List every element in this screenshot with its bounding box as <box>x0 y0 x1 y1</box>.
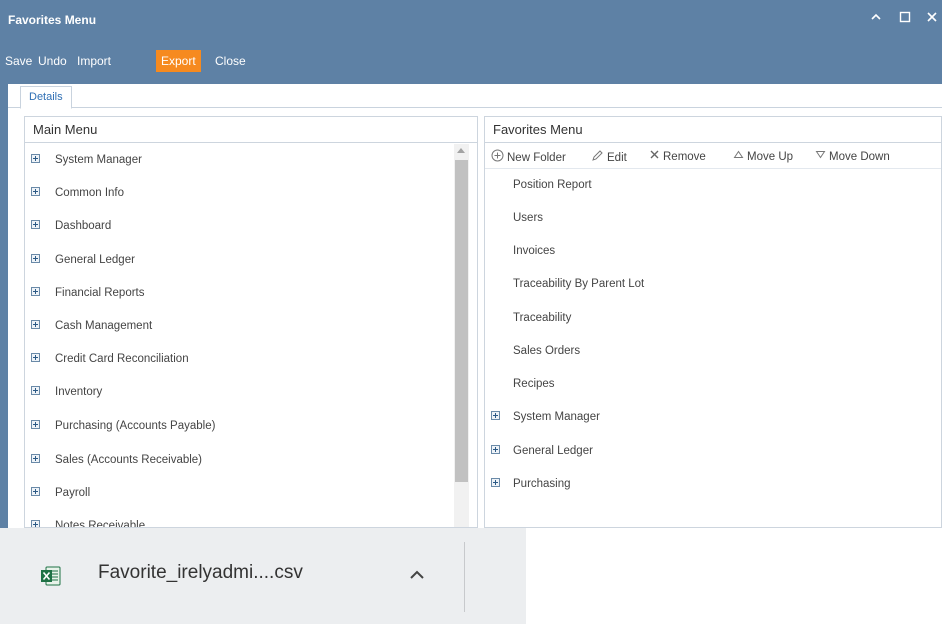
collapse-icon[interactable] <box>866 8 886 28</box>
favorite-folder[interactable]: General Ledger <box>485 435 941 468</box>
content-area: Details Main Menu System Manager Common … <box>8 84 942 528</box>
download-item[interactable]: Favorite_irelyadmi....csv <box>20 548 480 604</box>
main-menu-item[interactable]: Inventory <box>25 376 477 409</box>
favorite-item[interactable]: Traceability <box>485 302 941 335</box>
tab-strip: Details <box>8 84 942 109</box>
main-menu-item[interactable]: Notes Receivable <box>25 510 477 527</box>
expand-icon[interactable] <box>31 154 40 163</box>
main-menu-item[interactable]: Purchasing (Accounts Payable) <box>25 410 477 443</box>
favorites-menu-panel: Favorites Menu New Folder Edit Remove Mo… <box>484 116 942 528</box>
expand-icon[interactable] <box>491 445 500 454</box>
favorites-toolbar: New Folder Edit Remove Move Up Move Down <box>485 144 941 169</box>
maximize-icon[interactable] <box>895 8 915 28</box>
new-folder-button[interactable]: New Folder <box>491 149 566 165</box>
expand-icon[interactable] <box>31 520 40 527</box>
favorite-folder[interactable]: Purchasing <box>485 468 941 501</box>
expand-icon[interactable] <box>31 353 40 362</box>
main-menu-panel: Main Menu System Manager Common Info Das… <box>24 116 478 528</box>
main-toolbar: Save Undo Import Export Close <box>0 48 942 74</box>
favorite-item[interactable]: Users <box>485 202 941 235</box>
close-icon[interactable] <box>922 8 942 28</box>
tab-details[interactable]: Details <box>20 86 72 109</box>
main-menu-item[interactable]: Payroll <box>25 477 477 510</box>
remove-button[interactable]: Remove <box>649 149 706 165</box>
export-button[interactable]: Export <box>156 50 201 72</box>
favorite-item[interactable]: Sales Orders <box>485 335 941 368</box>
favorite-item[interactable]: Recipes <box>485 368 941 401</box>
main-menu-scrollbar[interactable] <box>454 144 469 527</box>
main-menu-tree: System Manager Common Info Dashboard Gen… <box>25 144 477 527</box>
favorites-list: Position Report Users Invoices Traceabil… <box>485 169 941 527</box>
download-bar: Favorite_irelyadmi....csv <box>0 528 942 624</box>
close-button[interactable]: Close <box>210 50 251 72</box>
expand-icon[interactable] <box>31 254 40 263</box>
favorites-menu-header: Favorites Menu <box>485 117 941 143</box>
main-menu-item[interactable]: Credit Card Reconciliation <box>25 343 477 376</box>
window-title: Favorites Menu <box>8 13 97 27</box>
save-button[interactable]: Save <box>0 50 37 72</box>
scroll-up-icon[interactable] <box>457 148 465 153</box>
expand-icon[interactable] <box>31 420 40 429</box>
x-icon <box>649 149 660 165</box>
expand-icon[interactable] <box>491 478 500 487</box>
chevron-up-icon[interactable] <box>402 560 432 590</box>
pencil-icon <box>591 149 604 167</box>
move-up-button[interactable]: Move Up <box>733 149 793 165</box>
main-menu-item[interactable]: Dashboard <box>25 210 477 243</box>
main-menu-item[interactable]: General Ledger <box>25 244 477 277</box>
expand-icon[interactable] <box>491 411 500 420</box>
favorites-menu-window: Favorites Menu Save Undo Import Export C… <box>0 0 942 528</box>
import-button[interactable]: Import <box>72 50 116 72</box>
main-menu-header: Main Menu <box>25 117 477 143</box>
main-menu-item[interactable]: Financial Reports <box>25 277 477 310</box>
download-separator <box>464 542 465 612</box>
expand-icon[interactable] <box>31 287 40 296</box>
triangle-up-icon <box>733 149 744 165</box>
add-circle-icon <box>491 149 504 167</box>
excel-file-icon <box>40 566 62 588</box>
edit-button[interactable]: Edit <box>591 149 627 165</box>
favorite-folder[interactable]: System Manager <box>485 401 941 434</box>
expand-icon[interactable] <box>31 386 40 395</box>
expand-icon[interactable] <box>31 454 40 463</box>
triangle-down-icon <box>815 149 826 165</box>
move-down-button[interactable]: Move Down <box>815 149 890 165</box>
expand-icon[interactable] <box>31 487 40 496</box>
expand-icon[interactable] <box>31 187 40 196</box>
expand-icon[interactable] <box>31 220 40 229</box>
favorite-item[interactable]: Position Report <box>485 169 941 202</box>
download-filename: Favorite_irelyadmi....csv <box>98 562 303 583</box>
favorite-item[interactable]: Traceability By Parent Lot <box>485 268 941 301</box>
main-menu-item[interactable]: Common Info <box>25 177 477 210</box>
title-bar: Favorites Menu <box>0 0 942 40</box>
favorite-item[interactable]: Invoices <box>485 235 941 268</box>
undo-button[interactable]: Undo <box>33 50 72 72</box>
main-menu-item[interactable]: Cash Management <box>25 310 477 343</box>
main-menu-item[interactable]: Sales (Accounts Receivable) <box>25 444 477 477</box>
main-menu-item[interactable]: System Manager <box>25 144 477 177</box>
scroll-thumb[interactable] <box>455 160 468 482</box>
expand-icon[interactable] <box>31 320 40 329</box>
